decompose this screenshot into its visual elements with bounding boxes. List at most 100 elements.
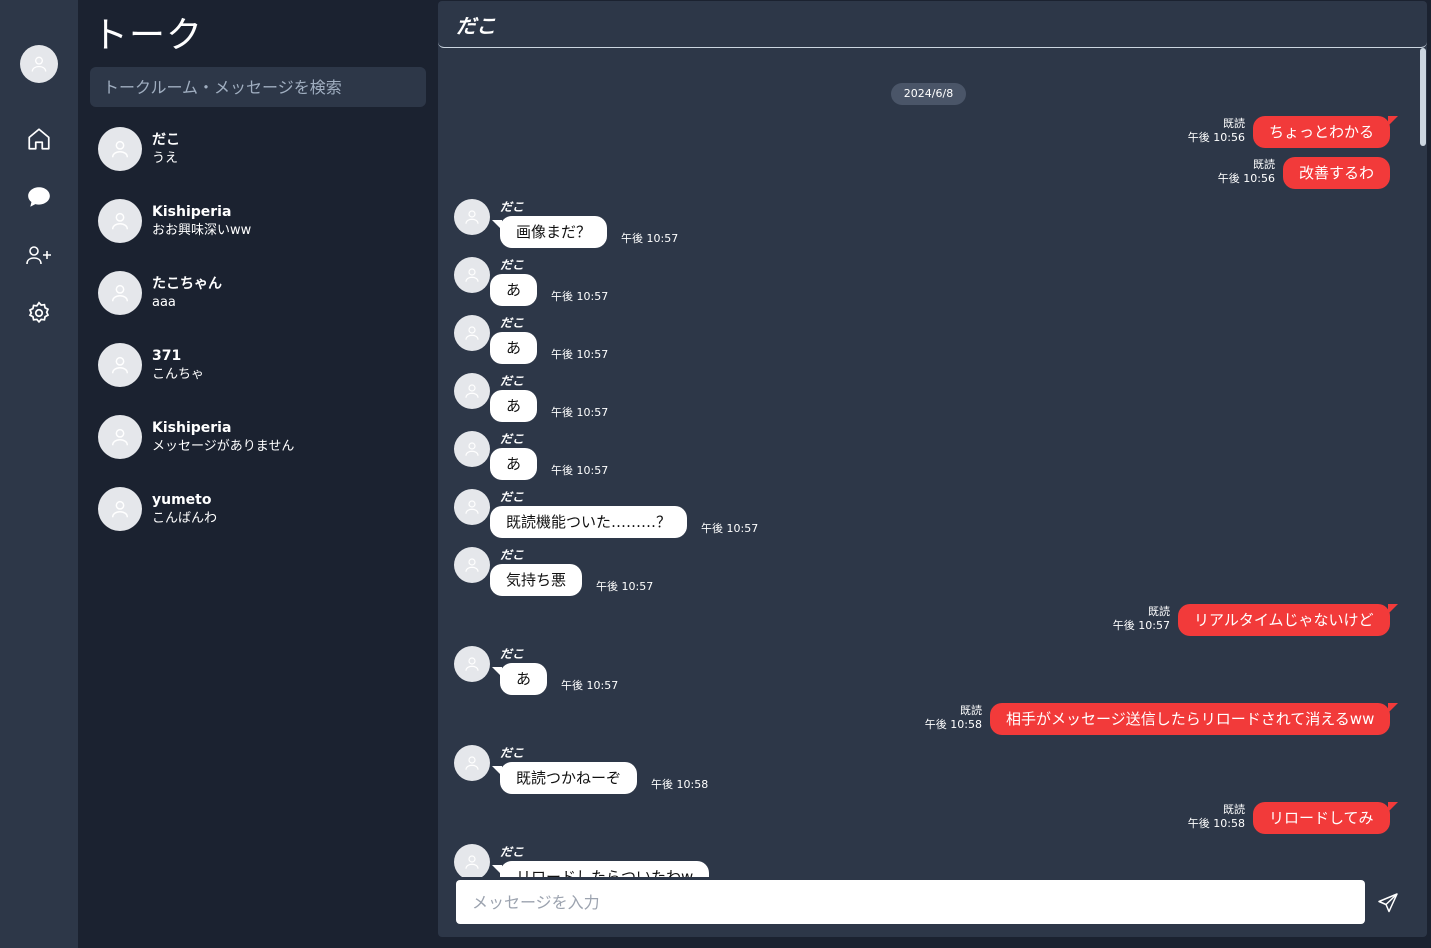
sender-avatar[interactable] bbox=[454, 431, 490, 467]
conversation-item[interactable]: たこちゃん aaa bbox=[98, 265, 418, 321]
nav-add-friend[interactable] bbox=[24, 240, 54, 270]
avatar bbox=[98, 415, 142, 459]
user-icon bbox=[111, 428, 129, 446]
sent-message-bubble: 改善するわ bbox=[1283, 157, 1391, 189]
sent-message-bubble: 相手がメッセージ送信したらリロードされて消えるww bbox=[990, 703, 1391, 735]
paper-plane-icon bbox=[1378, 893, 1398, 913]
message-input[interactable] bbox=[456, 880, 1365, 924]
sender-avatar[interactable] bbox=[454, 745, 490, 781]
message-meta: 既読 午後 10:56 bbox=[1203, 158, 1275, 186]
list-title: トーク bbox=[92, 15, 204, 56]
message-time: 午後 10:57 bbox=[551, 290, 609, 303]
user-icon bbox=[31, 56, 47, 72]
user-icon bbox=[111, 356, 129, 374]
received-message-bubble: あ bbox=[490, 274, 538, 306]
chat-bubble-icon bbox=[28, 187, 50, 207]
conversation-preview: aaa bbox=[152, 295, 176, 310]
conversation-list-panel: トーク だこうえ Kishiperia おお興味深いww たこちゃん aaa 371 こんち… bbox=[78, 0, 438, 948]
received-message-bubble: あ bbox=[490, 390, 538, 422]
settings-gear-icon bbox=[28, 301, 50, 324]
sender-name: だこ bbox=[500, 374, 525, 388]
received-message-bubble: 既読つかねーぞ bbox=[500, 762, 638, 794]
message-time: 午後 10:58 bbox=[1187, 817, 1245, 830]
received-message-bubble: あ bbox=[490, 332, 538, 364]
conversation-name: yumeto bbox=[152, 492, 212, 508]
sender-name: だこ bbox=[500, 746, 525, 760]
sender-avatar[interactable] bbox=[454, 257, 490, 293]
conversation-item[interactable]: 371 こんちゃ bbox=[98, 337, 418, 393]
conversation-item[interactable]: だこ うえ bbox=[98, 121, 418, 177]
chat-header: だこ bbox=[438, 1, 1427, 48]
sent-message-bubble: リアルタイムじゃないけど bbox=[1178, 604, 1390, 636]
sender-name: だこ bbox=[500, 258, 525, 272]
sender-avatar[interactable] bbox=[454, 646, 490, 682]
user-icon bbox=[465, 855, 479, 869]
conversation-name: たこちゃん bbox=[152, 276, 222, 292]
message-time: 午後 10:56 bbox=[1187, 131, 1245, 144]
message-time: 午後 10:56 bbox=[1217, 172, 1275, 185]
conversation-preview: こんばんわ bbox=[152, 511, 218, 526]
received-message-bubble: あ bbox=[500, 663, 548, 695]
conversation-item[interactable]: Kishiperia メッセージがありません bbox=[98, 409, 418, 465]
send-button[interactable] bbox=[1376, 891, 1400, 915]
sender-avatar[interactable] bbox=[454, 489, 490, 525]
nav-home[interactable] bbox=[24, 124, 54, 154]
user-icon bbox=[465, 268, 479, 282]
message-time: 午後 10:57 bbox=[561, 679, 619, 692]
sent-message-bubble: ちょっとわかる bbox=[1253, 116, 1391, 148]
message-meta: 既読 午後 10:58 bbox=[910, 704, 982, 732]
search-input[interactable] bbox=[90, 67, 426, 107]
message-meta: 既読 午後 10:57 bbox=[1098, 605, 1170, 633]
date-separator: 2024/6/8 bbox=[891, 83, 966, 105]
sender-avatar[interactable] bbox=[454, 373, 490, 409]
message-time: 午後 10:58 bbox=[924, 718, 982, 731]
avatar bbox=[98, 487, 142, 531]
conversation-name: 371 bbox=[152, 348, 182, 364]
message-time: 午後 10:57 bbox=[551, 406, 609, 419]
user-icon bbox=[465, 384, 479, 398]
sender-avatar[interactable] bbox=[454, 844, 490, 877]
sender-name: だこ bbox=[500, 647, 525, 661]
user-icon bbox=[111, 284, 129, 302]
conversation-name: Kishiperia bbox=[152, 204, 232, 220]
nav-chats[interactable] bbox=[24, 182, 54, 212]
conversation-preview: うえ bbox=[152, 151, 179, 166]
nav-rail bbox=[0, 0, 78, 948]
message-time: 午後 10:58 bbox=[651, 778, 709, 791]
bubble-tail bbox=[492, 667, 502, 677]
message-time: 午後 10:57 bbox=[596, 580, 654, 593]
sent-message-bubble: リロードしてみ bbox=[1253, 802, 1390, 834]
avatar bbox=[98, 199, 142, 243]
bubble-tail bbox=[492, 865, 502, 875]
my-avatar[interactable] bbox=[20, 45, 58, 83]
user-icon bbox=[465, 756, 479, 770]
user-icon bbox=[111, 140, 129, 158]
sender-name: だこ bbox=[500, 548, 525, 562]
received-message-bubble: あ bbox=[490, 448, 538, 480]
message-list[interactable]: 2024/6/8 ちょっとわかる 既読 午後 10:56 改善するわ 既読 午後 10:5… bbox=[438, 49, 1427, 877]
bubble-tail bbox=[1388, 116, 1398, 126]
nav-settings[interactable] bbox=[24, 298, 54, 328]
message-time: 午後 10:57 bbox=[1112, 619, 1170, 632]
sender-avatar[interactable] bbox=[454, 199, 490, 235]
user-icon bbox=[465, 326, 479, 340]
conversation-preview: おお興味深いww bbox=[152, 223, 252, 238]
read-receipt: 既読 bbox=[1148, 605, 1170, 618]
sender-avatar[interactable] bbox=[454, 547, 490, 583]
sender-name: だこ bbox=[500, 200, 525, 214]
bubble-tail bbox=[1388, 703, 1398, 713]
sender-avatar[interactable] bbox=[454, 315, 490, 351]
bubble-tail bbox=[1388, 604, 1398, 614]
conversation-item[interactable]: yumeto こんばんわ bbox=[98, 481, 418, 537]
scrollbar-thumb[interactable] bbox=[1420, 48, 1426, 146]
message-meta: 既読 午後 10:56 bbox=[1173, 117, 1245, 145]
user-icon bbox=[465, 657, 479, 671]
user-icon bbox=[465, 442, 479, 456]
sender-name: だこ bbox=[500, 316, 525, 330]
conversation-item[interactable]: Kishiperia おお興味深いww bbox=[98, 193, 418, 249]
message-time: 午後 10:57 bbox=[621, 232, 679, 245]
message-time: 午後 10:57 bbox=[551, 348, 609, 361]
add-friend-icon bbox=[26, 246, 51, 265]
received-message-bubble: リロードしたらついたわw bbox=[500, 861, 710, 877]
received-message-bubble: 気持ち悪 bbox=[490, 564, 583, 596]
